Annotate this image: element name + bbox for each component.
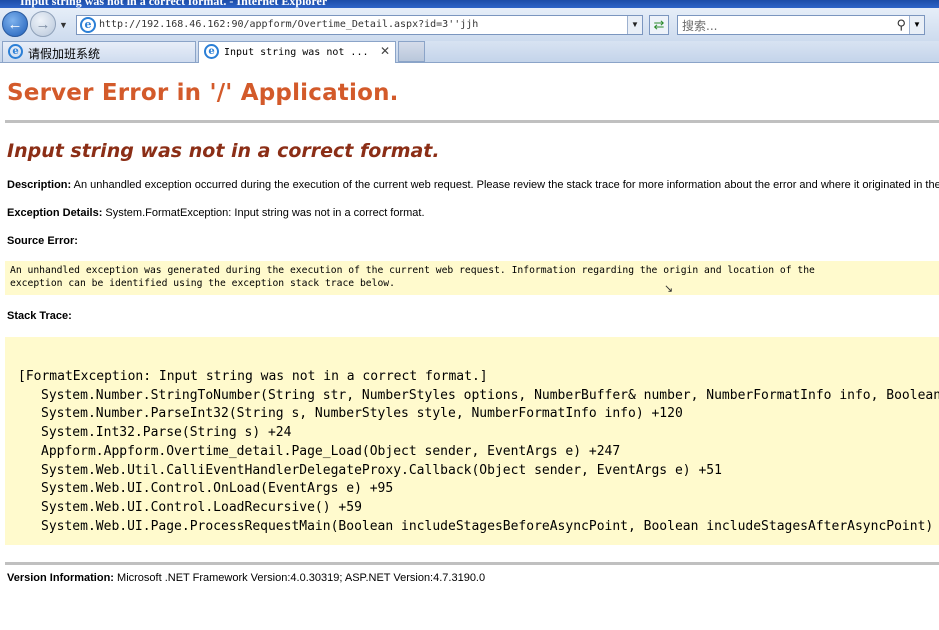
- history-dropdown-icon[interactable]: ▼: [59, 20, 68, 30]
- forward-button[interactable]: →: [30, 11, 56, 37]
- search-icon[interactable]: ⚲: [896, 17, 906, 33]
- page-content: Server Error in '/' Application. Input s…: [0, 63, 939, 630]
- version-information-text: Microsoft .NET Framework Version:4.0.303…: [113, 572, 486, 584]
- source-error-line: exception can be identified using the ex…: [10, 278, 395, 289]
- description-text: An unhandled exception occurred during t…: [71, 179, 939, 191]
- exception-details-line: Exception Details: System.FormatExceptio…: [7, 207, 425, 219]
- stack-trace-heading: Stack Trace:: [7, 310, 72, 322]
- stack-frame: System.Int32.Parse(String s) +24: [41, 425, 292, 441]
- close-icon[interactable]: ✕: [380, 44, 390, 58]
- ie-logo-icon: e: [8, 44, 23, 59]
- stack-frame: System.Web.Util.CalliEventHandlerDelegat…: [41, 462, 722, 478]
- exception-details-label: Exception Details:: [7, 207, 103, 219]
- page-title: Server Error in '/' Application.: [7, 80, 399, 106]
- description-line: Description: An unhandled exception occu…: [7, 179, 939, 191]
- tab-label: 请假加班系统: [28, 47, 101, 61]
- forward-arrow-icon: →: [35, 15, 51, 33]
- tab-label: Input string was not ...: [224, 47, 369, 58]
- source-error-heading: Source Error:: [7, 235, 78, 247]
- window-title: Input string was not in a correct format…: [20, 0, 328, 8]
- search-box[interactable]: ⚲ ▼: [677, 15, 925, 35]
- refresh-icon: ⇄: [653, 17, 665, 32]
- address-input[interactable]: http://192.168.46.162:90/appform/Overtim…: [99, 19, 478, 30]
- error-message: Input string was not in a correct format…: [7, 140, 440, 162]
- refresh-button[interactable]: ⇄: [649, 15, 669, 35]
- version-information-line: Version Information: Microsoft .NET Fram…: [7, 572, 485, 584]
- back-button[interactable]: ←: [2, 11, 28, 37]
- stack-frame: System.Number.ParseInt32(String s, Numbe…: [41, 406, 683, 422]
- source-error-box: An unhandled exception was generated dur…: [5, 261, 939, 295]
- stack-frame: System.Web.UI.Control.LoadRecursive() +5…: [41, 499, 362, 515]
- tab-leave-system[interactable]: e 请假加班系统: [2, 41, 196, 62]
- search-dropdown-icon[interactable]: ▼: [909, 16, 924, 34]
- ie-logo-icon: e: [80, 17, 96, 33]
- source-error-line: An unhandled exception was generated dur…: [10, 265, 815, 276]
- address-bar[interactable]: e http://192.168.46.162:90/appform/Overt…: [76, 15, 643, 35]
- stack-frame: System.Web.UI.Page.ProcessRequestMain(Bo…: [41, 518, 939, 534]
- source-error-text: An unhandled exception was generated dur…: [10, 264, 939, 290]
- divider: [5, 120, 939, 123]
- search-input[interactable]: [682, 18, 882, 33]
- stack-trace-box: [FormatException: Input string was not i…: [5, 337, 939, 545]
- ie-logo-icon: e: [204, 44, 219, 59]
- stack-frame: System.Web.UI.Control.OnLoad(EventArgs e…: [41, 481, 394, 497]
- new-tab-button[interactable]: [398, 41, 425, 62]
- window-titlebar: Input string was not in a correct format…: [0, 0, 939, 8]
- tab-error-page[interactable]: e Input string was not ... ✕: [198, 41, 396, 63]
- mouse-cursor-icon: ↘: [664, 283, 674, 295]
- stack-frame: System.Number.StringToNumber(String str,…: [41, 387, 939, 403]
- tab-bar: e 请假加班系统 e Input string was not ... ✕: [0, 41, 939, 63]
- exception-details-text: System.FormatException: Input string was…: [102, 207, 425, 219]
- stack-trace-text: [FormatException: Input string was not i…: [18, 368, 939, 536]
- navigation-bar: ← → ▼ e http://192.168.46.162:90/appform…: [0, 8, 939, 41]
- description-label: Description:: [7, 179, 72, 191]
- stack-exception-line: [FormatException: Input string was not i…: [18, 369, 488, 384]
- version-information-label: Version Information:: [7, 572, 114, 584]
- address-dropdown-icon[interactable]: ▼: [627, 16, 642, 34]
- back-arrow-icon: ←: [7, 15, 23, 33]
- stack-frame: Appform.Appform.Overtime_detail.Page_Loa…: [41, 443, 621, 459]
- divider: [5, 562, 939, 565]
